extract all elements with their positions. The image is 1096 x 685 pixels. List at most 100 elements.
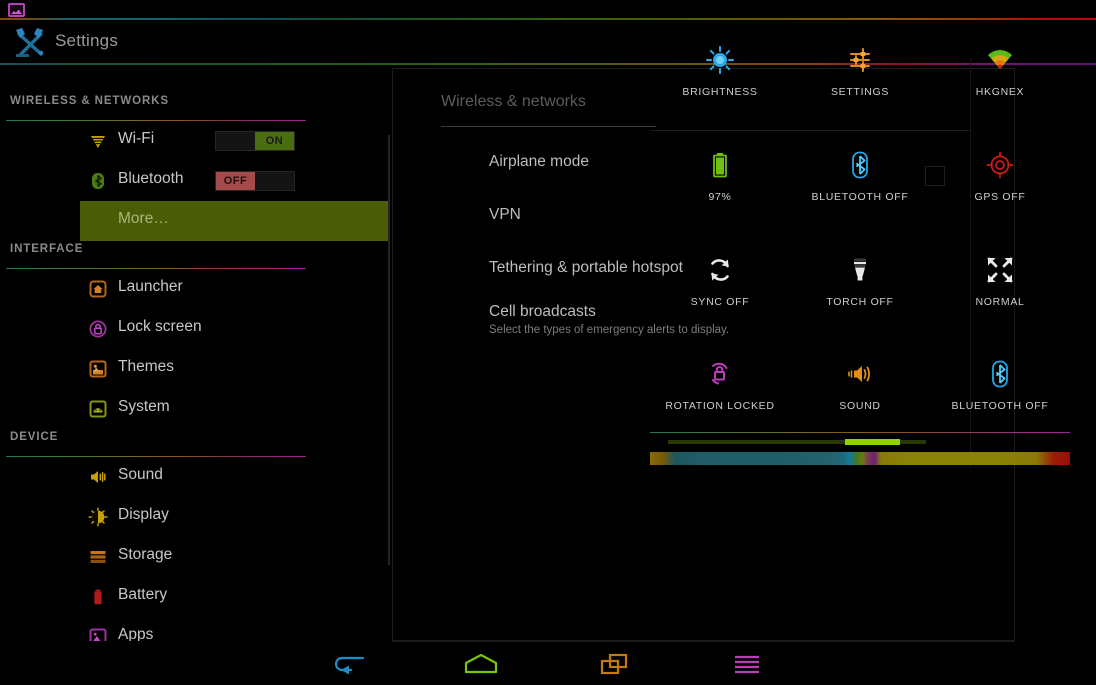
sliders-settings-icon <box>790 40 930 80</box>
quick-tile-torch[interactable]: TORCH OFF <box>790 250 930 308</box>
quick-tile-wifi[interactable]: HKGNEX <box>930 40 1070 98</box>
quick-tile-rotation[interactable]: ROTATION LOCKED <box>650 354 790 412</box>
quick-tile-gps[interactable]: GPS OFF <box>930 145 1070 203</box>
battery-icon <box>88 587 108 607</box>
page-title: Settings <box>55 31 119 50</box>
status-bar <box>0 0 1096 18</box>
gallery-image-icon[interactable] <box>8 3 25 17</box>
back-button[interactable] <box>318 651 378 677</box>
content-title: Wireless & networks <box>441 93 586 110</box>
menu-button[interactable] <box>717 651 777 677</box>
section-header-label: INTERFACE <box>10 243 84 255</box>
quick-tile-label: GPS OFF <box>974 191 1026 203</box>
sidebar-item-label: Launcher <box>118 278 183 295</box>
wifi-icon <box>88 131 108 151</box>
bluetooth-icon <box>930 354 1070 394</box>
sidebar-item-label: More… <box>118 210 169 227</box>
quick-tile-label: ROTATION LOCKED <box>665 400 775 412</box>
wifi-toggle[interactable]: ON <box>215 131 295 151</box>
quick-tile-label: BLUETOOTH OFF <box>811 191 909 203</box>
sidebar-item-more[interactable]: More… <box>80 201 390 241</box>
sidebar-item-sound[interactable]: Sound <box>0 457 310 497</box>
quick-tile-label: SOUND <box>839 400 881 412</box>
quick-tile-label: SETTINGS <box>830 86 890 98</box>
gps-crosshair-icon <box>930 145 1070 185</box>
bluetooth-toggle[interactable]: OFF <box>215 171 295 191</box>
quick-tile-label: BRIGHTNESS <box>682 86 758 98</box>
battery-full-icon <box>650 145 790 185</box>
section-header-device: DEVICE <box>0 431 312 457</box>
sidebar-item-label: Wi-Fi <box>118 130 155 147</box>
quick-tile-bluetooth-bottom[interactable]: BLUETOOTH OFF <box>930 354 1070 412</box>
sidebar-item-label: Themes <box>118 358 174 375</box>
quick-tile-battery[interactable]: 97% <box>650 145 790 203</box>
sidebar-item-label: Lock screen <box>118 318 202 335</box>
quick-tile-label: TORCH OFF <box>826 296 894 308</box>
sidebar-item-apps[interactable]: Apps <box>0 617 310 641</box>
home-button[interactable] <box>451 651 511 677</box>
quick-tile-brightness[interactable]: BRIGHTNESS <box>650 40 790 98</box>
sync-refresh-icon <box>650 250 790 290</box>
quick-tile-label: NORMAL <box>975 296 1025 308</box>
section-header-wireless: WIRELESS & NETWORKS <box>0 95 312 121</box>
section-header-label: WIRELESS & NETWORKS <box>10 95 169 107</box>
brightness-slider-thumb[interactable] <box>845 439 900 445</box>
expand-arrows-icon <box>930 250 1070 290</box>
sidebar-item-bluetooth[interactable]: Bluetooth OFF <box>0 161 310 201</box>
section-header-interface: INTERFACE <box>0 243 312 269</box>
bluetooth-icon <box>88 171 108 191</box>
pref-airplane-mode[interactable]: Airplane mode <box>489 153 589 171</box>
section-header-label: DEVICE <box>10 431 59 443</box>
sidebar-item-storage[interactable]: Storage <box>0 537 310 577</box>
toggle-off-half <box>216 132 255 150</box>
content-title-divider <box>441 126 656 127</box>
toggle-state-label: OFF <box>216 172 255 190</box>
sidebar-item-label: Bluetooth <box>118 170 184 187</box>
quick-tile-label: 97% <box>708 191 732 203</box>
torch-flashlight-icon <box>790 250 930 290</box>
sidebar-item-battery[interactable]: Battery <box>0 577 310 617</box>
toggle-on-half <box>255 172 294 190</box>
recents-button[interactable] <box>584 651 644 677</box>
quick-tile-bluetooth-top[interactable]: BLUETOOTH OFF <box>790 145 930 203</box>
sidebar-item-label: System <box>118 398 170 415</box>
sound-speaker-icon <box>88 467 108 487</box>
sidebar-item-launcher[interactable]: Launcher <box>0 269 310 309</box>
sidebar-item-label: Battery <box>118 586 168 603</box>
sidebar-item-system[interactable]: System <box>0 389 310 429</box>
brightness-sun-icon <box>650 40 790 80</box>
quick-tile-settings[interactable]: SETTINGS <box>790 40 930 98</box>
quick-settings-bottom-divider <box>650 432 1070 433</box>
system-nav-bar <box>0 641 1096 685</box>
sidebar-item-lock-screen[interactable]: Lock screen <box>0 309 310 349</box>
quick-tile-sound[interactable]: SOUND <box>790 354 930 412</box>
themes-picture-icon <box>88 359 108 379</box>
lock-icon <box>88 319 108 339</box>
volume-sound-icon <box>790 354 930 394</box>
quick-tile-label: BLUETOOTH OFF <box>951 400 1049 412</box>
quick-tile-screen-mode[interactable]: NORMAL <box>930 250 1070 308</box>
quick-tile-sync[interactable]: SYNC OFF <box>650 250 790 308</box>
sidebar-item-label: Sound <box>118 466 163 483</box>
wifi-signal-icon <box>930 40 1070 80</box>
quick-tile-label: HKGNEX <box>975 86 1025 98</box>
quick-settings-panel: BRIGHTNESS SETTINGS HKGNEX 97% BLUETOOTH… <box>650 20 1070 468</box>
sidebar-item-display[interactable]: Display <box>0 497 310 537</box>
quick-settings-divider <box>650 130 970 131</box>
sidebar-item-label: Storage <box>118 546 173 563</box>
sidebar-item-label: Display <box>118 506 169 523</box>
sidebar-item-themes[interactable]: Themes <box>0 349 310 389</box>
quick-settings-color-bar <box>650 452 1070 465</box>
launcher-home-icon <box>88 279 108 299</box>
pref-title: Airplane mode <box>489 153 589 170</box>
pref-vpn[interactable]: VPN <box>489 206 521 224</box>
sidebar-item-wifi[interactable]: Wi-Fi ON <box>0 121 310 161</box>
bluetooth-icon <box>790 145 930 185</box>
display-brightness-icon <box>88 507 108 527</box>
settings-sidebar[interactable]: WIRELESS & NETWORKS Wi-Fi ON Bluetooth O… <box>0 65 392 641</box>
toggle-state-label: ON <box>255 132 294 150</box>
rotation-lock-icon <box>650 354 790 394</box>
android-settings-screen: Settings WIRELESS & NETWORKS Wi-Fi ON Bl… <box>0 0 1096 685</box>
settings-tools-icon[interactable] <box>10 25 50 59</box>
sidebar-scrollbar[interactable] <box>388 135 390 565</box>
